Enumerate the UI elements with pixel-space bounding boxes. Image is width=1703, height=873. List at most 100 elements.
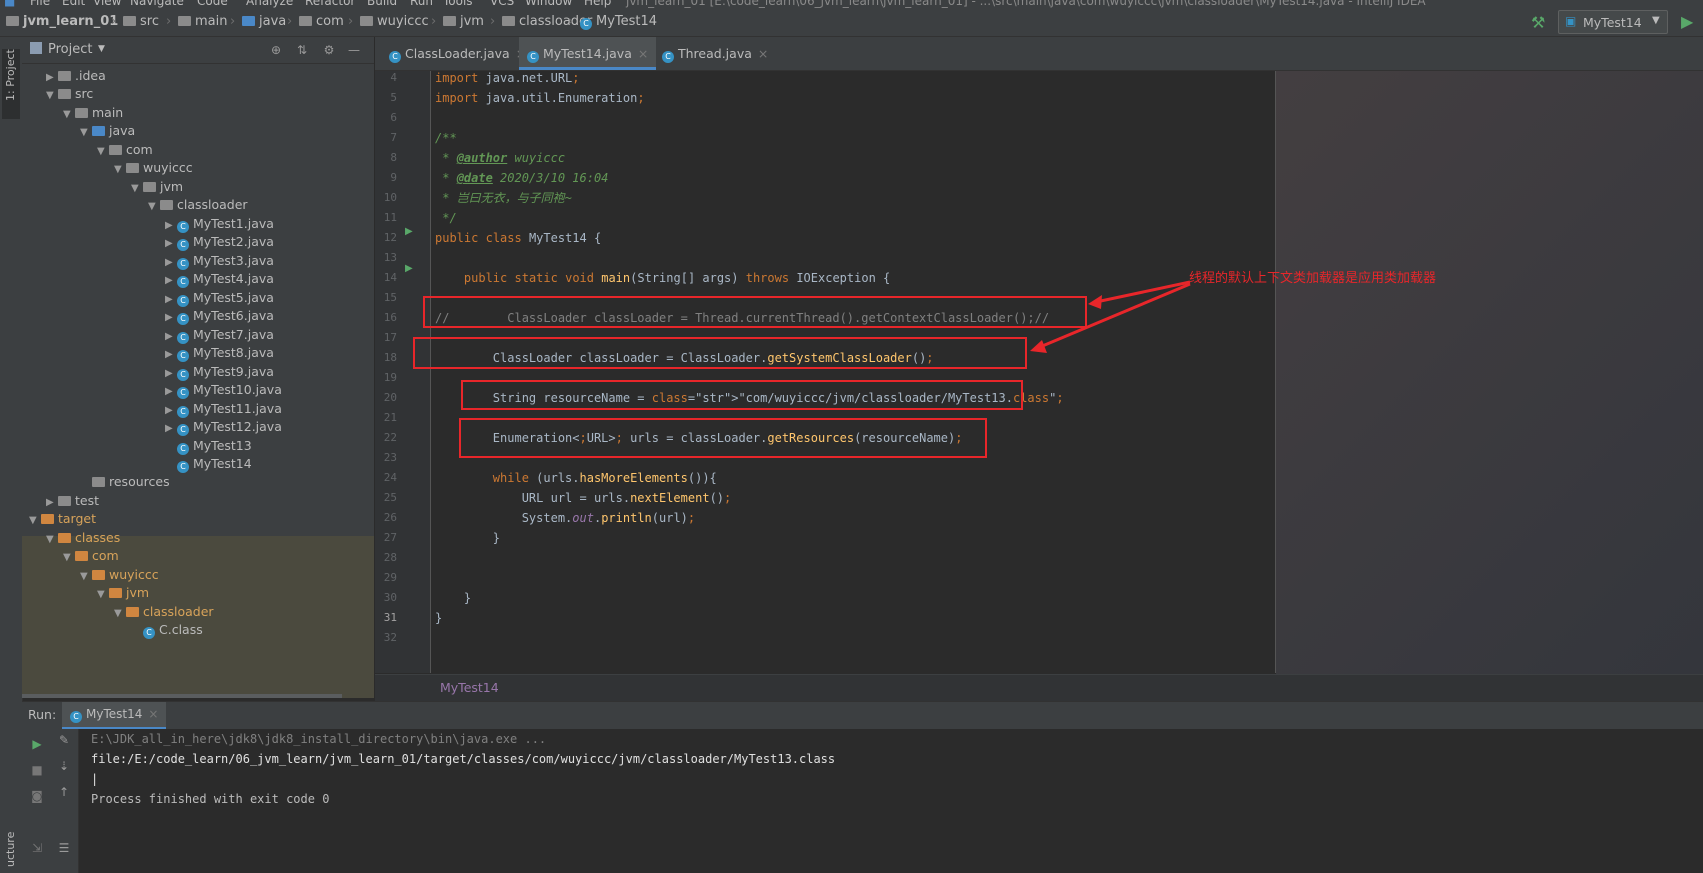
tree-item[interactable]: C MyTest13 [165, 436, 252, 456]
scroll-to-end-icon[interactable]: ⇣ [55, 757, 73, 775]
gear-icon[interactable]: ⚙ [320, 41, 338, 59]
tree-item[interactable]: ▶ C MyTest10.java [165, 380, 282, 400]
menu-vcs[interactable]: VCS [490, 0, 514, 8]
camera-icon[interactable]: ◙ [28, 787, 46, 805]
tree-item[interactable]: ▼ classloader [114, 602, 214, 622]
chevron-down-icon[interactable]: ▼ [46, 530, 58, 550]
bottom-breadcrumb-item[interactable]: MyTest14 [440, 680, 499, 695]
chevron-down-icon[interactable]: ▼ [114, 604, 126, 624]
menu-run[interactable]: Run [410, 0, 433, 8]
tree-item[interactable]: ▶ C MyTest11.java [165, 399, 282, 419]
breadcrumb-project[interactable]: jvm_learn_01 [6, 14, 118, 29]
breadcrumb-com[interactable]: com [299, 14, 344, 29]
close-icon[interactable]: × [758, 46, 768, 61]
code-editor[interactable]: import java.net.URL; import java.util.Enu… [431, 71, 1703, 673]
run-configuration-select[interactable]: ▣ MyTest14 ▼ [1558, 10, 1668, 34]
tab-thread[interactable]: C Thread.java × [654, 37, 776, 70]
tree-item[interactable]: ▼ target [29, 509, 96, 529]
tree-item[interactable]: ▶ C MyTest5.java [165, 288, 274, 308]
chevron-down-icon[interactable]: ▼ [80, 567, 92, 587]
chevron-down-icon[interactable]: ▼ [97, 585, 109, 605]
exit-icon[interactable]: ⇲ [28, 839, 46, 857]
tree-item[interactable]: ▼ java [80, 121, 135, 141]
menu-edit[interactable]: Edit [62, 0, 85, 8]
edit-icon[interactable]: ✎ [55, 731, 73, 749]
tree-item[interactable]: C MyTest14 [165, 454, 252, 474]
breadcrumb-jvm[interactable]: jvm [443, 14, 484, 29]
tree-item[interactable]: ▼ src [46, 84, 93, 104]
close-icon[interactable]: × [148, 707, 158, 721]
menu-view[interactable]: View [93, 0, 121, 8]
tree-item[interactable]: ▼ jvm [97, 583, 149, 603]
hide-icon[interactable]: — [345, 41, 363, 59]
chevron-down-icon[interactable]: ▼ [97, 142, 109, 162]
tree-item[interactable]: ▼ wuyiccc [114, 158, 193, 178]
tree-item[interactable]: ▶ C MyTest7.java [165, 325, 274, 345]
tree-item[interactable]: resources [80, 472, 170, 492]
tree-item[interactable]: ▶ .idea [46, 66, 106, 86]
chevron-down-icon[interactable]: ▼ [29, 511, 41, 531]
breadcrumb-main[interactable]: main [178, 14, 227, 29]
build-hammer-icon[interactable]: ⚒ [1531, 13, 1545, 32]
tree-item[interactable]: ▶ C MyTest3.java [165, 251, 274, 271]
collapse-icon[interactable]: ⇅ [293, 41, 311, 59]
breadcrumb-java[interactable]: java [242, 14, 286, 29]
chevron-down-icon[interactable]: ▼ [114, 160, 126, 180]
chevron-down-icon[interactable]: ▼ [80, 123, 92, 143]
tree-item[interactable]: ▼ wuyiccc [80, 565, 159, 585]
project-tool-button[interactable]: 1: Project [2, 49, 20, 119]
close-icon[interactable]: × [638, 46, 648, 61]
tree-item[interactable]: ▶ test [46, 491, 99, 511]
chevron-down-icon[interactable]: ▼ [148, 197, 160, 217]
menu-build[interactable]: Build [367, 0, 397, 8]
tree-item[interactable]: ▶ C MyTest9.java [165, 362, 274, 382]
menu-analyze[interactable]: Analyze [246, 0, 293, 8]
tree-item[interactable]: ▶ C MyTest1.java [165, 214, 274, 234]
structure-tool-button[interactable]: ucture [2, 827, 20, 867]
tree-item[interactable]: ▶ C MyTest12.java [165, 417, 282, 437]
tree-item[interactable]: ▼ classes [46, 528, 120, 548]
console-output[interactable]: E:\JDK_all_in_here\jdk8\jdk8_install_dir… [79, 729, 1703, 873]
menu-help[interactable]: Help [584, 0, 611, 8]
run-class-icon[interactable]: ▶ [405, 226, 413, 237]
tree-item[interactable]: ▶ C MyTest6.java [165, 306, 274, 326]
chevron-down-icon[interactable]: ▼ [46, 86, 58, 106]
project-view-selector[interactable]: Project [48, 42, 92, 57]
tree-item[interactable]: ▼ com [63, 546, 119, 566]
horizontal-scrollbar[interactable] [22, 694, 342, 698]
menu-refactor[interactable]: Refactor [305, 0, 355, 8]
soft-wrap-icon[interactable]: ☰ [55, 839, 73, 857]
tree-item[interactable]: ▶ C MyTest4.java [165, 269, 274, 289]
tree-item[interactable]: ▶ C MyTest2.java [165, 232, 274, 252]
rerun-icon[interactable]: ▶ [28, 735, 46, 753]
locate-icon[interactable]: ⊕ [267, 41, 285, 59]
breadcrumb-classloader[interactable]: classloader [502, 14, 592, 29]
menu-tools[interactable]: Tools [443, 0, 473, 8]
tree-item[interactable]: ▼ main [63, 103, 123, 123]
chevron-down-icon[interactable]: ▼ [63, 548, 75, 568]
menu-window[interactable]: Window [525, 0, 572, 8]
run-tab-mytest14[interactable]: C MyTest14 × [62, 702, 167, 729]
up-icon[interactable]: ↑ [55, 783, 73, 801]
run-icon[interactable]: ▶ [1681, 12, 1693, 31]
editor-gutter[interactable]: 4 5 6 7 8 9 10 11 12 13 14 15 16 17 18 19 20 21 22 23 24 25 26… [375, 71, 431, 673]
tree-item[interactable]: ▼ classloader [148, 195, 248, 215]
breadcrumb-wuyiccc[interactable]: wuyiccc [360, 14, 429, 29]
menu-navigate[interactable]: Navigate [130, 0, 184, 8]
tree-item[interactable]: ▶ C MyTest8.java [165, 343, 274, 363]
tab-mytest14[interactable]: C MyTest14.java × [519, 37, 657, 70]
line-number: 28 [383, 551, 397, 564]
tree-item[interactable]: ▼ com [97, 140, 153, 160]
chevron-down-icon[interactable]: ▼ [63, 105, 75, 125]
menu-file[interactable]: File [30, 0, 50, 8]
menu-code[interactable]: Code [197, 0, 228, 8]
run-main-icon[interactable]: ▶ [405, 263, 413, 274]
stop-icon[interactable]: ■ [28, 761, 46, 779]
breadcrumb-file[interactable]: C MyTest14 [580, 14, 657, 30]
tree-item[interactable]: C C.class [131, 620, 203, 640]
tree-item[interactable]: ▼ jvm [131, 177, 183, 197]
tab-classloader[interactable]: CClassLoader.java× [381, 37, 534, 70]
chevron-down-icon[interactable]: ▼ [98, 44, 105, 54]
chevron-down-icon[interactable]: ▼ [131, 179, 143, 199]
breadcrumb-src[interactable]: src [123, 14, 159, 29]
